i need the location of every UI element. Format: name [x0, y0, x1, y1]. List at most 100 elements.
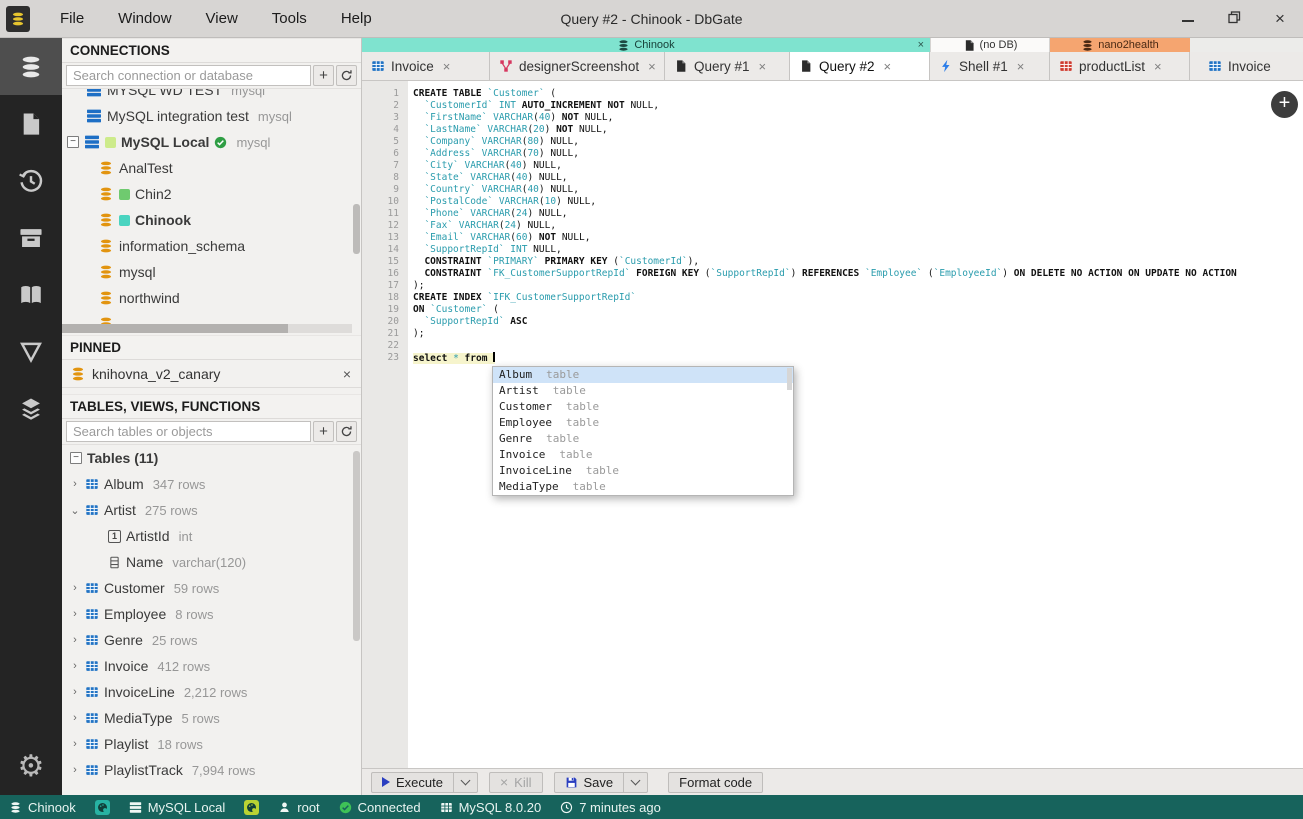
new-tab-plus-button[interactable]: +	[1271, 91, 1298, 118]
activity-history-icon[interactable]	[0, 152, 62, 209]
close-tab-icon[interactable]: ×	[443, 59, 451, 74]
close-button[interactable]: ×	[1271, 10, 1289, 28]
execute-dropdown-button[interactable]	[453, 771, 478, 793]
database-color-chip[interactable]	[94, 799, 110, 815]
autocomplete-item[interactable]: Invoice table	[493, 447, 793, 463]
database-item[interactable]: information_schema	[62, 233, 361, 259]
table-rowcount: 347 rows	[152, 476, 206, 492]
chevron-right-icon[interactable]: ›	[70, 660, 80, 672]
connected-check-icon	[215, 136, 227, 148]
pinned-item[interactable]: knihovna_v2_canary ×	[62, 360, 361, 388]
autocomplete-item[interactable]: Album table	[493, 367, 793, 383]
connection-item[interactable]: MYSQL WD TEST mysql	[62, 89, 361, 103]
database-item[interactable]: mysql	[62, 259, 361, 285]
chevron-right-icon[interactable]: ›	[70, 764, 80, 776]
add-connection-button[interactable]: +	[313, 65, 334, 86]
kill-button[interactable]: × Kill	[488, 771, 543, 793]
activity-database-icon[interactable]	[0, 38, 62, 95]
restore-button[interactable]	[1225, 10, 1243, 28]
table-row[interactable]: › Genre 25 rows	[62, 627, 361, 653]
activity-archive-icon[interactable]	[0, 209, 62, 266]
connection-item[interactable]: − MySQL Local mysql	[62, 129, 361, 155]
autocomplete-name: Genre	[499, 432, 533, 445]
tables-group-row[interactable]: − Tables (11)	[62, 445, 361, 471]
autocomplete-item[interactable]: Customer table	[493, 399, 793, 415]
add-object-button[interactable]: +	[313, 421, 334, 442]
connection-color-chip[interactable]	[244, 799, 260, 815]
autocomplete-item[interactable]: Employee table	[493, 415, 793, 431]
tab-invoice-2[interactable]: Invoice	[1190, 52, 1303, 80]
close-tab-icon[interactable]: ×	[1154, 59, 1162, 74]
activity-layers-icon[interactable]	[0, 380, 62, 437]
tab-query2[interactable]: Query #2 ×	[790, 52, 930, 80]
autocomplete-kind: table	[572, 480, 606, 493]
chevron-right-icon[interactable]: ›	[70, 478, 80, 490]
database-item[interactable]: AnalTest	[62, 155, 361, 181]
table-row[interactable]: › Invoice 412 rows	[62, 653, 361, 679]
autocomplete-item[interactable]: Artist table	[493, 383, 793, 399]
close-group-icon[interactable]: ×	[918, 39, 924, 51]
close-tab-icon[interactable]: ×	[759, 59, 767, 74]
database-item[interactable]: northwind	[62, 285, 361, 311]
save-dropdown-button[interactable]	[624, 771, 649, 793]
database-item[interactable]: Chinook	[62, 207, 361, 233]
collapse-expander-icon[interactable]: −	[70, 452, 82, 464]
autocomplete-scrollbar[interactable]	[787, 368, 792, 390]
execute-button[interactable]: Execute	[371, 771, 454, 793]
column-row[interactable]: 1 ArtistId int	[62, 523, 361, 549]
chevron-right-icon[interactable]: ›	[70, 608, 80, 620]
close-tab-icon[interactable]: ×	[648, 59, 656, 74]
table-row[interactable]: › MediaType 5 rows	[62, 705, 361, 731]
chevron-right-icon[interactable]: ›	[70, 634, 80, 646]
table-row[interactable]: › Customer 59 rows	[62, 575, 361, 601]
close-tab-icon[interactable]: ×	[884, 59, 892, 74]
connections-search-input[interactable]	[66, 65, 311, 86]
tab-productlist[interactable]: productList ×	[1050, 52, 1190, 80]
minimize-button[interactable]	[1179, 10, 1197, 28]
menu-file[interactable]: File	[60, 10, 84, 27]
connection-item[interactable]: MySQL integration test mysql	[62, 103, 361, 129]
autocomplete-item[interactable]: MediaType table	[493, 479, 793, 495]
sql-editor[interactable]: 1 2 3 4 5 6 7 8 9 10 11 12 13 14 15 16 17 18 19 20 21 22 23 CR…	[362, 81, 1303, 768]
pinned-item-name: knihovna_v2_canary	[92, 365, 221, 382]
activity-filter-icon[interactable]	[0, 323, 62, 380]
collapse-expander-icon[interactable]: −	[67, 136, 79, 148]
chevron-down-icon[interactable]: ⌄	[70, 504, 80, 517]
connections-horizontal-scrollbar[interactable]	[62, 324, 352, 333]
save-button[interactable]: Save	[553, 771, 625, 793]
chevron-right-icon[interactable]: ›	[70, 686, 80, 698]
tables-vertical-scrollbar[interactable]	[353, 451, 360, 641]
connections-vertical-scrollbar[interactable]	[353, 204, 360, 254]
unpin-close-icon[interactable]: ×	[343, 366, 351, 382]
refresh-objects-button[interactable]	[336, 421, 357, 442]
format-code-button[interactable]: Format code	[668, 771, 764, 793]
menu-window[interactable]: Window	[118, 10, 171, 27]
activity-book-icon[interactable]	[0, 266, 62, 323]
chevron-right-icon[interactable]: ›	[70, 738, 80, 750]
chevron-right-icon[interactable]: ›	[70, 712, 80, 724]
table-row[interactable]: › Playlist 18 rows	[62, 731, 361, 757]
tab-designerscreenshot[interactable]: designerScreenshot ×	[490, 52, 665, 80]
table-row[interactable]: ⌄ Artist 275 rows	[62, 497, 361, 523]
menu-tools[interactable]: Tools	[272, 10, 307, 27]
table-row[interactable]: › PlaylistTrack 7,994 rows	[62, 757, 361, 783]
tab-invoice[interactable]: Invoice ×	[362, 52, 490, 80]
tab-query1[interactable]: Query #1 ×	[665, 52, 790, 80]
objects-search-input[interactable]	[66, 421, 311, 442]
chevron-right-icon[interactable]: ›	[70, 582, 80, 594]
autocomplete-item[interactable]: InvoiceLine table	[493, 463, 793, 479]
table-row[interactable]: › Album 347 rows	[62, 471, 361, 497]
menu-help[interactable]: Help	[341, 10, 372, 27]
close-tab-icon[interactable]: ×	[1017, 59, 1025, 74]
settings-gear-icon[interactable]: ⚙	[0, 738, 62, 795]
activity-files-icon[interactable]	[0, 95, 62, 152]
tab-label: Shell #1	[959, 58, 1008, 74]
tab-shell1[interactable]: Shell #1 ×	[930, 52, 1050, 80]
menu-view[interactable]: View	[206, 10, 238, 27]
column-row[interactable]: Name varchar(120)	[62, 549, 361, 575]
table-row[interactable]: › Employee 8 rows	[62, 601, 361, 627]
table-row[interactable]: › InvoiceLine 2,212 rows	[62, 679, 361, 705]
autocomplete-item[interactable]: Genre table	[493, 431, 793, 447]
database-item[interactable]: Chin2	[62, 181, 361, 207]
refresh-connections-button[interactable]	[336, 65, 357, 86]
